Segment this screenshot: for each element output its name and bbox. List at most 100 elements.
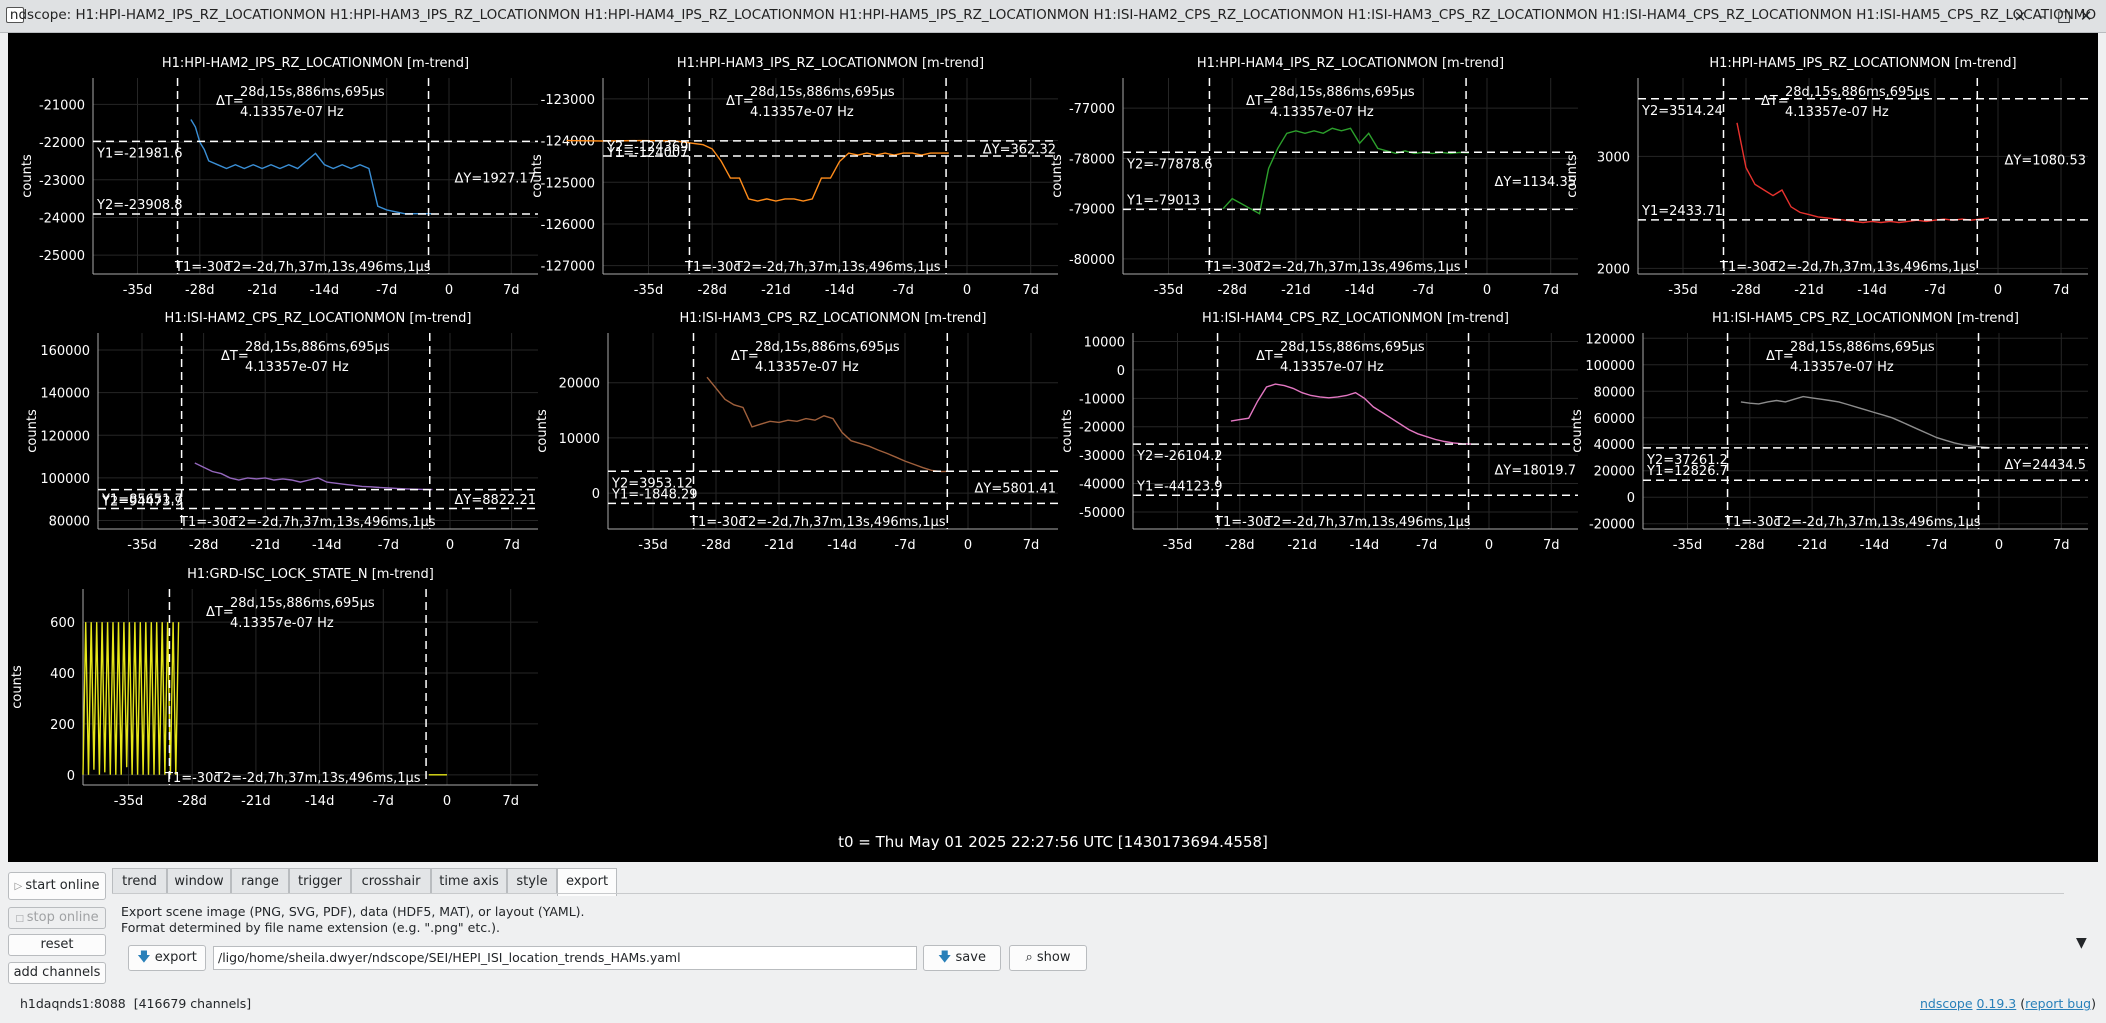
report-bug-link[interactable]: report bug [2025,996,2091,1011]
dt-frequency: 4.13357e-07 Hz [1790,360,1894,375]
magnifier-icon: ⌕ [1025,950,1037,965]
tab-trend[interactable]: trend [112,868,167,894]
plot-1[interactable]: H1:HPI-HAM2_IPS_RZ_LOCATIONMON [m-trend]… [20,56,538,298]
y1-label: Y1=-79013 [1126,193,1200,208]
y2-label: Y2=3953.12 [611,476,693,491]
y-tick-label: -124000 [541,135,595,150]
ndscope-link[interactable]: ndscope [1920,996,1973,1011]
y-tick-label: -23000 [39,174,85,189]
plot-2[interactable]: H1:HPI-HAM3_IPS_RZ_LOCATIONMON [m-trend]… [530,56,1058,298]
y-axis-label: counts [535,409,550,453]
y-tick-label: 80000 [1594,385,1635,400]
close-button[interactable]: ✕ [2076,6,2096,26]
dy-label: ΔY=24434.5 [2005,458,2087,473]
t2-label: T2=-2d,7h,37m,13s,496ms,1µs [1774,515,1981,530]
x-tick-label: 0 [443,794,451,809]
tab-export[interactable]: export [557,868,617,896]
t2-label: T2=-2d,7h,37m,13s,496ms,1µs [1769,260,1976,275]
y-tick-label: -125000 [541,176,595,191]
x-tick-label: -35d [1163,538,1193,553]
plot-grid[interactable]: t0 = Thu May 01 2025 22:27:56 UTC [14301… [8,33,2098,862]
y-tick-label: 160000 [40,344,90,359]
x-tick-label: -21d [1281,283,1311,298]
export-format-note: Format determined by file name extension… [121,920,500,935]
dt-value: 28d,15s,886ms,695µs [1280,340,1425,355]
plot-6[interactable]: H1:ISI-HAM3_CPS_RZ_LOCATIONMON [m-trend]… [535,311,1058,553]
t2-label: T2=-2d,7h,37m,13s,496ms,1µs [1264,515,1471,530]
start-online-button[interactable]: ▷ start online [8,872,106,900]
y-tick-label: -78000 [1069,152,1115,167]
plot-7[interactable]: H1:ISI-HAM4_CPS_RZ_LOCATIONMON [m-trend]… [1060,311,1578,553]
collapse-arrow-icon[interactable]: ▼ [2076,935,2087,951]
plot-3[interactable]: H1:HPI-HAM4_IPS_RZ_LOCATIONMON [m-trend]… [1050,56,1578,298]
dt-frequency: 4.13357e-07 Hz [1785,105,1889,120]
window-title: ndscope: H1:HPI-HAM2_IPS_RZ_LOCATIONMON … [9,7,2097,23]
plot-title: H1:ISI-HAM3_CPS_RZ_LOCATIONMON [m-trend] [680,311,987,326]
tab-style[interactable]: style [507,868,557,894]
tab-crosshair[interactable]: crosshair [351,868,431,894]
export-button[interactable]: 🡇 export [128,945,206,971]
x-tick-label: -35d [127,538,157,553]
y-tick-label: 10000 [559,432,600,447]
dt-value: 28d,15s,886ms,695µs [230,596,375,611]
plot-9[interactable]: H1:GRD-ISC_LOCK_STATE_N [m-trend] 600 400 2… [10,567,538,809]
dy-label: ΔY=1080.53 [2005,153,2087,168]
x-tick-label: 7d [1023,538,1040,553]
export-label: export [154,950,197,965]
x-tick-label: 7d [503,538,520,553]
plot-4[interactable]: H1:HPI-HAM5_IPS_RZ_LOCATIONMON [m-trend]… [1565,56,2088,298]
channel-count: [416679 channels] [133,996,252,1011]
y-tick-label: -123000 [541,93,595,108]
y-axis-label: counts [1050,154,1065,198]
x-tick-label: -21d [1794,283,1824,298]
y-tick-label: -80000 [1069,253,1115,268]
y-tick-label: 200 [50,718,75,733]
download-icon: 🡇 [137,950,155,965]
y-tick-label: 140000 [40,387,90,402]
export-path-input[interactable]: /ligo/home/sheila.dwyer/ndscope/SEI/HEPI… [213,946,917,970]
series-line [1222,127,1469,215]
add-channels-button[interactable]: add channels [8,962,106,984]
y2-label: Y2=-77878.6 [1126,157,1213,172]
dt-frequency: 4.13357e-07 Hz [750,105,854,120]
tab-trigger[interactable]: trigger [289,868,351,894]
keep-above-icon[interactable]: × [2010,6,2030,26]
dy-label: ΔY=8822.21 [455,493,537,508]
dy-label: ΔY=5801.41 [975,481,1057,496]
maximize-button[interactable]: □ [2054,6,2074,26]
y-tick-label: 20000 [1594,465,1635,480]
dt-frequency: 4.13357e-07 Hz [1280,360,1384,375]
x-tick-label: 0 [446,538,454,553]
t1-label: T1=-30c [1724,515,1781,530]
x-tick-label: 7d [1022,283,1039,298]
x-tick-label: -14d [305,794,335,809]
stop-online-button[interactable]: □ stop online [8,907,106,929]
y2-label: Y2=-23908.8 [96,198,183,213]
y-tick-label: 3000 [1597,150,1630,165]
plot-scene[interactable]: t0 = Thu May 01 2025 22:27:56 UTC [14301… [8,33,2098,862]
reset-button[interactable]: reset [8,934,106,956]
plot-8[interactable]: H1:ISI-HAM5_CPS_RZ_LOCATIONMON [m-trend]… [1570,311,2088,553]
x-tick-label: 7d [502,794,519,809]
version-link[interactable]: 0.19.3 [1977,996,2017,1011]
tab-range[interactable]: range [231,868,289,894]
t1-label: T1=-30c [684,260,741,275]
y-tick-label: 0 [67,769,75,784]
tab-time-axis[interactable]: time axis [431,868,507,894]
y1-label: Y1=-21981.6 [96,146,183,161]
t1-label: T1=-30c [164,771,221,786]
y-axis-label: counts [1565,154,1580,198]
t0-label: t0 = Thu May 01 2025 22:27:56 UTC [14301… [838,833,1268,851]
save-button[interactable]: 🡇 save [923,945,1001,971]
x-tick-label: -21d [764,538,794,553]
minimize-button[interactable]: – [2032,6,2052,26]
plot-title: H1:HPI-HAM2_IPS_RZ_LOCATIONMON [m-trend] [162,56,469,71]
plot-5[interactable]: H1:ISI-HAM2_CPS_RZ_LOCATIONMON [m-trend]… [25,311,538,553]
dt-frequency: 4.13357e-07 Hz [1270,105,1374,120]
series-line [1230,383,1472,445]
x-tick-label: -28d [1735,538,1765,553]
show-button[interactable]: ⌕ show [1009,945,1087,971]
tab-window[interactable]: window [167,868,231,894]
dt-value: 28d,15s,886ms,695µs [1270,85,1415,100]
dt-value: 28d,15s,886ms,695µs [755,340,900,355]
